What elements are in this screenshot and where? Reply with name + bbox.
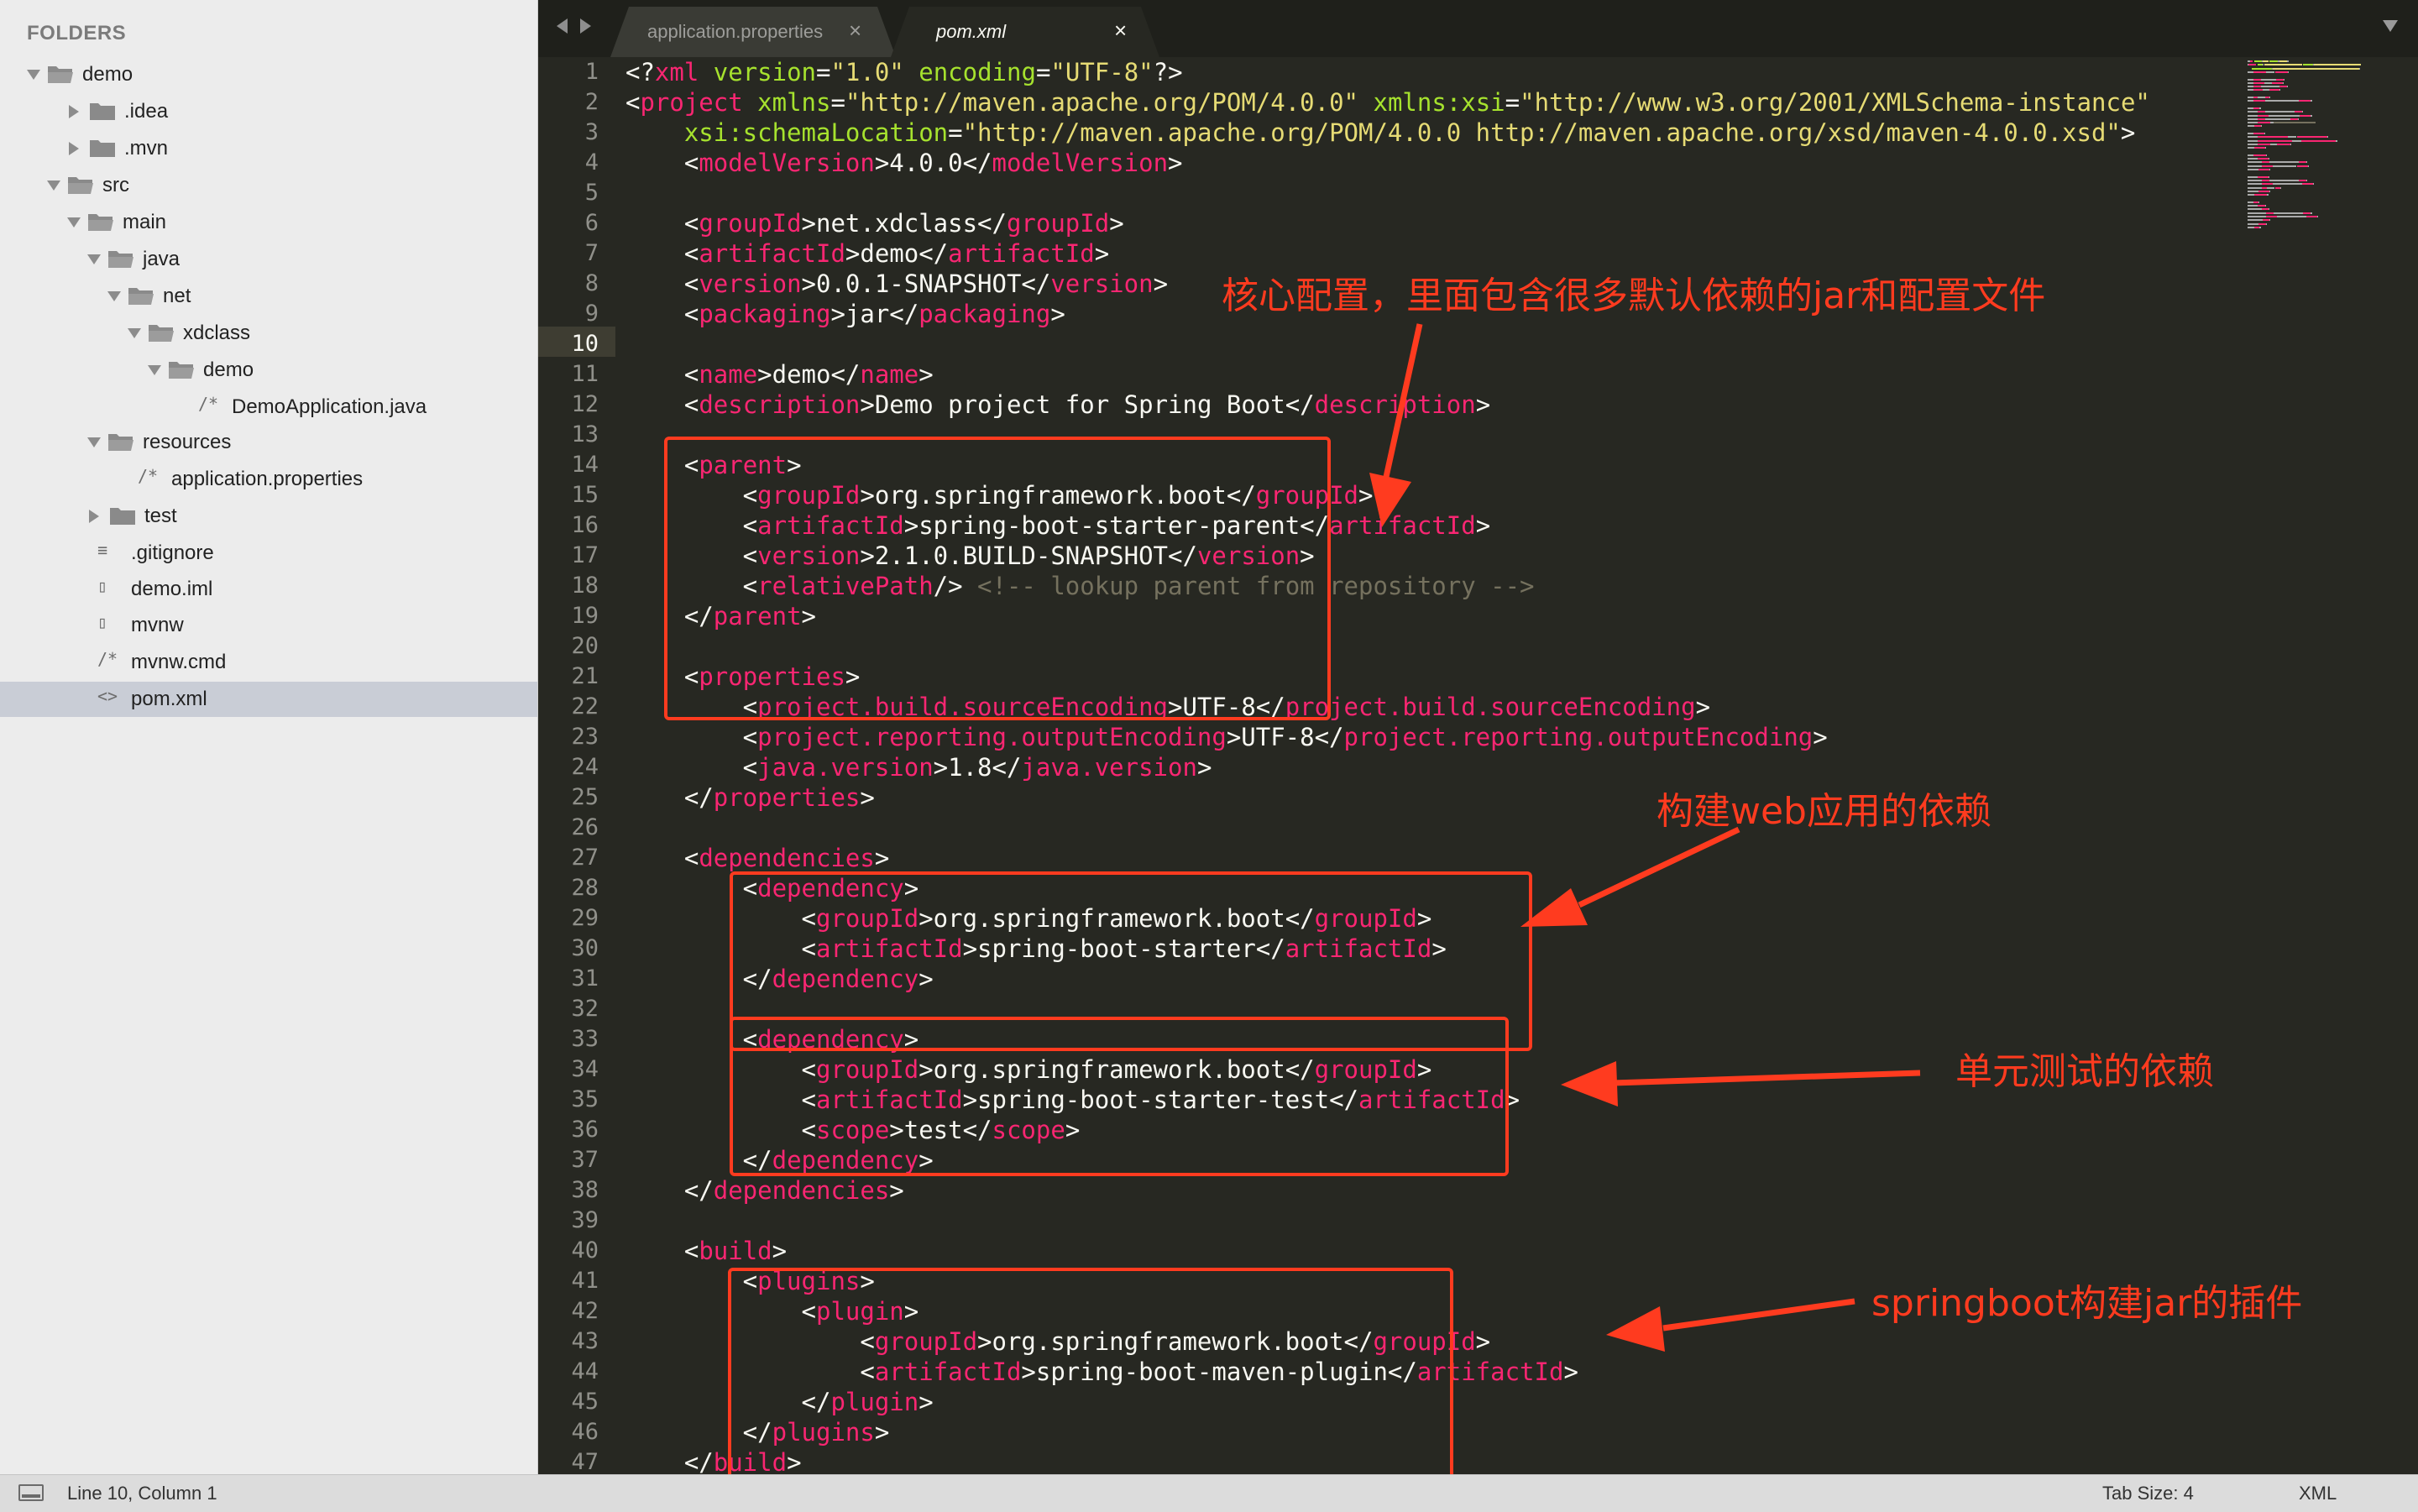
chevron-right-icon[interactable] xyxy=(69,105,79,118)
sidebar-item-label: test xyxy=(144,505,177,527)
tab-bar: application.properties × pom.xml × xyxy=(538,0,2418,57)
sidebar-item[interactable]: /* application.properties xyxy=(0,462,537,497)
sidebar-item[interactable]: <> pom.xml xyxy=(0,682,537,717)
tab-label: pom.xml xyxy=(936,21,1007,42)
tab-size-selector[interactable]: Tab Size: 4 xyxy=(2102,1483,2194,1504)
sidebar-item-label: mvnw xyxy=(131,614,184,636)
back-arrow-icon[interactable] xyxy=(557,18,568,34)
sidebar-item-label: application.properties xyxy=(171,468,364,490)
sidebar-item-label: DemoApplication.java xyxy=(232,395,427,418)
close-icon[interactable]: × xyxy=(1114,18,1127,44)
code-file-icon: /* xyxy=(97,649,118,669)
sidebar: FOLDERS demo .idea .mvn src main java net xdcla… xyxy=(0,0,538,1474)
chevron-down-icon[interactable] xyxy=(47,180,60,191)
chevron-right-icon[interactable] xyxy=(69,142,79,155)
xml-file-icon: <> xyxy=(97,686,118,706)
sidebar-item-label: demo xyxy=(82,63,133,86)
chevron-down-icon[interactable] xyxy=(107,291,121,301)
console-panel-icon[interactable] xyxy=(18,1484,44,1501)
chevron-down-icon[interactable] xyxy=(87,437,101,447)
folder-icon xyxy=(90,103,115,120)
sidebar-item[interactable]: net xyxy=(0,279,537,314)
chevron-down-icon[interactable] xyxy=(128,328,141,338)
folder-open-icon xyxy=(68,177,93,194)
code-file-icon: /* xyxy=(138,466,159,486)
sidebar-item-label: demo xyxy=(203,358,254,381)
sidebar-item-label: xdclass xyxy=(183,322,251,344)
sidebar-item-label: demo.iml xyxy=(131,578,213,600)
tab-label: application.properties xyxy=(647,21,824,42)
sidebar-item-label: .mvn xyxy=(124,137,169,160)
sidebar-item[interactable]: xdclass xyxy=(0,316,537,351)
syntax-selector[interactable]: XML xyxy=(2299,1483,2337,1504)
file-icon: ▯ xyxy=(97,612,108,632)
annotation-arrows xyxy=(1369,323,1921,1352)
folder-open-icon xyxy=(108,434,133,451)
status-bar: Line 10, Column 1 Tab Size: 4 XML xyxy=(0,1474,2418,1512)
sidebar-item[interactable]: demo xyxy=(0,57,537,92)
tab-list-dropdown-icon[interactable] xyxy=(2383,20,2398,32)
sidebar-item[interactable]: ≡ .gitignore xyxy=(0,536,537,571)
sidebar-item-label: resources xyxy=(143,431,232,453)
sidebar-item[interactable]: /* DemoApplication.java xyxy=(0,390,537,425)
chevron-down-icon[interactable] xyxy=(67,217,81,228)
sidebar-item-label: main xyxy=(123,211,167,233)
sidebar-item-label: src xyxy=(102,174,129,196)
chevron-right-icon[interactable] xyxy=(89,510,99,523)
tab-application-properties[interactable]: application.properties × xyxy=(610,7,896,57)
sidebar-item[interactable]: main xyxy=(0,205,537,240)
sidebar-item-label: mvnw.cmd xyxy=(131,651,227,673)
code-editor[interactable]: 1 2 3 4 5 6 7 8 9 10 11 12 13 14 15 16 17 18 19 20 21 22 23 24 2… xyxy=(538,57,2418,1474)
sidebar-item[interactable]: .mvn xyxy=(0,131,537,166)
forward-arrow-icon[interactable] xyxy=(580,18,591,34)
code-file-icon: /* xyxy=(198,394,219,414)
file-icon: ▯ xyxy=(97,576,108,596)
sidebar-item[interactable]: demo xyxy=(0,353,537,388)
sidebar-item-label: .gitignore xyxy=(131,541,214,564)
sidebar-item[interactable]: ▯ mvnw xyxy=(0,608,537,643)
folder-open-icon xyxy=(108,251,133,268)
folder-open-icon xyxy=(149,325,174,342)
sidebar-item-label: net xyxy=(163,285,191,307)
sidebar-item[interactable]: /* mvnw.cmd xyxy=(0,645,537,680)
chevron-down-icon[interactable] xyxy=(87,254,101,264)
arrow-web-dependency xyxy=(1520,826,1740,927)
sidebar-item[interactable]: test xyxy=(0,499,537,534)
chevron-down-icon[interactable] xyxy=(148,365,161,375)
folder-icon xyxy=(110,508,135,525)
close-icon[interactable]: × xyxy=(849,18,861,44)
folder-icon xyxy=(90,140,115,157)
text-file-icon: ≡ xyxy=(97,540,108,560)
sidebar-item[interactable]: ▯ demo.iml xyxy=(0,572,537,607)
sidebar-item-label: pom.xml xyxy=(131,688,207,710)
folder-open-icon xyxy=(48,66,73,83)
folder-open-icon xyxy=(88,214,113,231)
arrow-test-dependency xyxy=(1561,1061,1921,1107)
cursor-position: Line 10, Column 1 xyxy=(67,1483,217,1504)
sidebar-title: FOLDERS xyxy=(27,22,127,44)
folder-open-icon xyxy=(169,362,194,379)
tab-pom-xml[interactable]: pom.xml × xyxy=(891,7,1159,57)
arrow-build-plugin xyxy=(1606,1298,1855,1352)
arrow-core-config xyxy=(1369,323,1423,527)
sidebar-item[interactable]: .idea xyxy=(0,94,537,129)
chevron-down-icon[interactable] xyxy=(27,70,40,80)
folder-open-icon xyxy=(128,288,154,305)
sidebar-item-label: .idea xyxy=(124,100,169,123)
sidebar-item-label: java xyxy=(143,248,181,270)
sidebar-item[interactable]: resources xyxy=(0,425,537,460)
sidebar-item[interactable]: src xyxy=(0,168,537,203)
sidebar-item[interactable]: java xyxy=(0,242,537,277)
